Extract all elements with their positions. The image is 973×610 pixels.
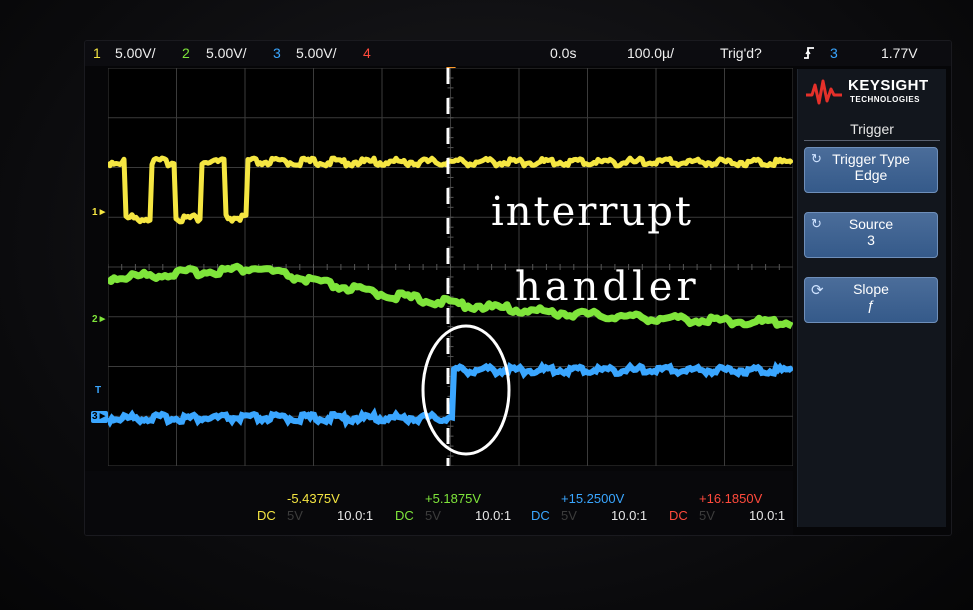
knob-icon: ↻ [811, 216, 822, 231]
channel-faint-scale: 5V [699, 508, 715, 523]
ch3-ground-marker: 3► [91, 411, 109, 423]
channel-probe-ratio: 10.0:1 [749, 508, 786, 523]
channel-faint-scale: 5V [425, 508, 441, 523]
status-bar: 1 5.00V/ 2 5.00V/ 3 5.00V/ 4 0.0s 100.0µ… [85, 41, 951, 66]
knob-icon: ↻ [811, 151, 822, 166]
channel-faint-scale: 5V [287, 508, 303, 523]
slope-value: ƒ [867, 297, 875, 313]
ch2-scale: 5.00V/ [206, 45, 247, 61]
channel-offset: +16.1850V [699, 491, 763, 506]
brand-name: KEYSIGHT [848, 77, 929, 94]
time-scale: 100.0µ/ [627, 45, 674, 61]
ch1-scale: 5.00V/ [115, 45, 156, 61]
time-delay: 0.0s [550, 45, 577, 61]
keysight-logo: KEYSIGHT TECHNOLOGIES [804, 75, 942, 109]
softkey-panel: KEYSIGHT TECHNOLOGIES Trigger ↻ Trigger … [797, 69, 946, 527]
ch1-ground-marker: 1► [92, 207, 108, 218]
annotation-interrupt: interrupt [491, 189, 693, 235]
slope-softkey[interactable]: ⟳ Slope ƒ [804, 277, 938, 323]
annotation-handler: handler [515, 264, 700, 310]
trigger-level: 1.77V [881, 45, 918, 61]
ch2-ground-marker: 2► [92, 314, 108, 325]
channel-info-bar: -5.4375V DC 5V 10.0:1 +5.1875V DC 5V 10.0:1 +15.… [85, 471, 793, 535]
ch2-number: 2 [182, 45, 190, 61]
menu-title: Trigger [850, 121, 894, 137]
menu-divider [804, 140, 940, 141]
brand-sub: TECHNOLOGIES [850, 95, 921, 104]
ch4-number: 4 [363, 45, 371, 61]
channel-probe-ratio: 10.0:1 [611, 508, 648, 523]
channel-offset: -5.4375V [287, 491, 340, 506]
channel-offset: +5.1875V [425, 491, 482, 506]
trigger-source: 3 [830, 45, 838, 61]
ch3-scale: 5.00V/ [296, 45, 337, 61]
channel-coupling: DC [531, 508, 550, 523]
source-softkey[interactable]: ↻ Source 3 [804, 212, 938, 258]
channel-probe-ratio: 10.0:1 [475, 508, 512, 523]
channel-offset: +15.2500V [561, 491, 625, 506]
channel-coupling: DC [257, 508, 276, 523]
trigger-type-label: Trigger Type [832, 151, 910, 167]
trigger-type-value: Edge [854, 167, 888, 183]
channel-coupling: DC [395, 508, 414, 523]
trigger-status: Trig'd? [720, 45, 762, 61]
source-label: Source [848, 216, 894, 232]
trigger-type-softkey[interactable]: ↻ Trigger Type Edge [804, 147, 938, 193]
channel-coupling: DC [669, 508, 688, 523]
edge-annotation-circle [421, 324, 511, 456]
ch3-number: 3 [273, 45, 281, 61]
ch1-number: 1 [93, 45, 101, 61]
oscilloscope-screen: 1 5.00V/ 2 5.00V/ 3 5.00V/ 4 0.0s 100.0µ… [84, 40, 952, 536]
channel-faint-scale: 5V [561, 508, 577, 523]
keysight-wave-icon [806, 79, 842, 105]
trigger-level-marker: T [95, 385, 102, 396]
channel-probe-ratio: 10.0:1 [337, 508, 374, 523]
cycle-icon: ⟳ [811, 282, 824, 299]
slope-label: Slope [853, 281, 889, 297]
source-value: 3 [867, 232, 875, 248]
